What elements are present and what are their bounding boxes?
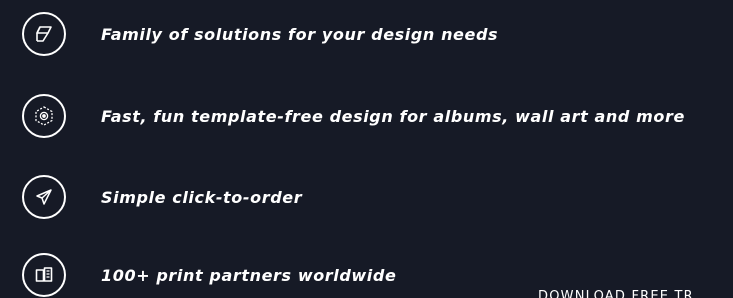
feature-item-design-solutions: Family of solutions for your design need… bbox=[22, 11, 498, 57]
download-free-trial-button[interactable]: DOWNLOAD FREE TR bbox=[538, 289, 694, 298]
feature-text: Simple click-to-order bbox=[101, 187, 303, 207]
feature-text: 100+ print partners worldwide bbox=[101, 265, 397, 285]
feature-item-template-free-design: Fast, fun template-free design for album… bbox=[22, 93, 685, 139]
paper-plane-icon bbox=[22, 175, 66, 219]
features-panel: Family of solutions for your design need… bbox=[0, 0, 733, 298]
feature-text: Fast, fun template-free design for album… bbox=[101, 106, 685, 126]
cube-perspective-icon bbox=[22, 12, 66, 56]
feature-text: Family of solutions for your design need… bbox=[101, 24, 499, 44]
hexagon-target-icon bbox=[22, 94, 66, 138]
print-pages-icon bbox=[22, 253, 66, 297]
feature-item-print-partners: 100+ print partners worldwide bbox=[22, 252, 396, 298]
feature-item-click-to-order: Simple click-to-order bbox=[22, 174, 302, 220]
